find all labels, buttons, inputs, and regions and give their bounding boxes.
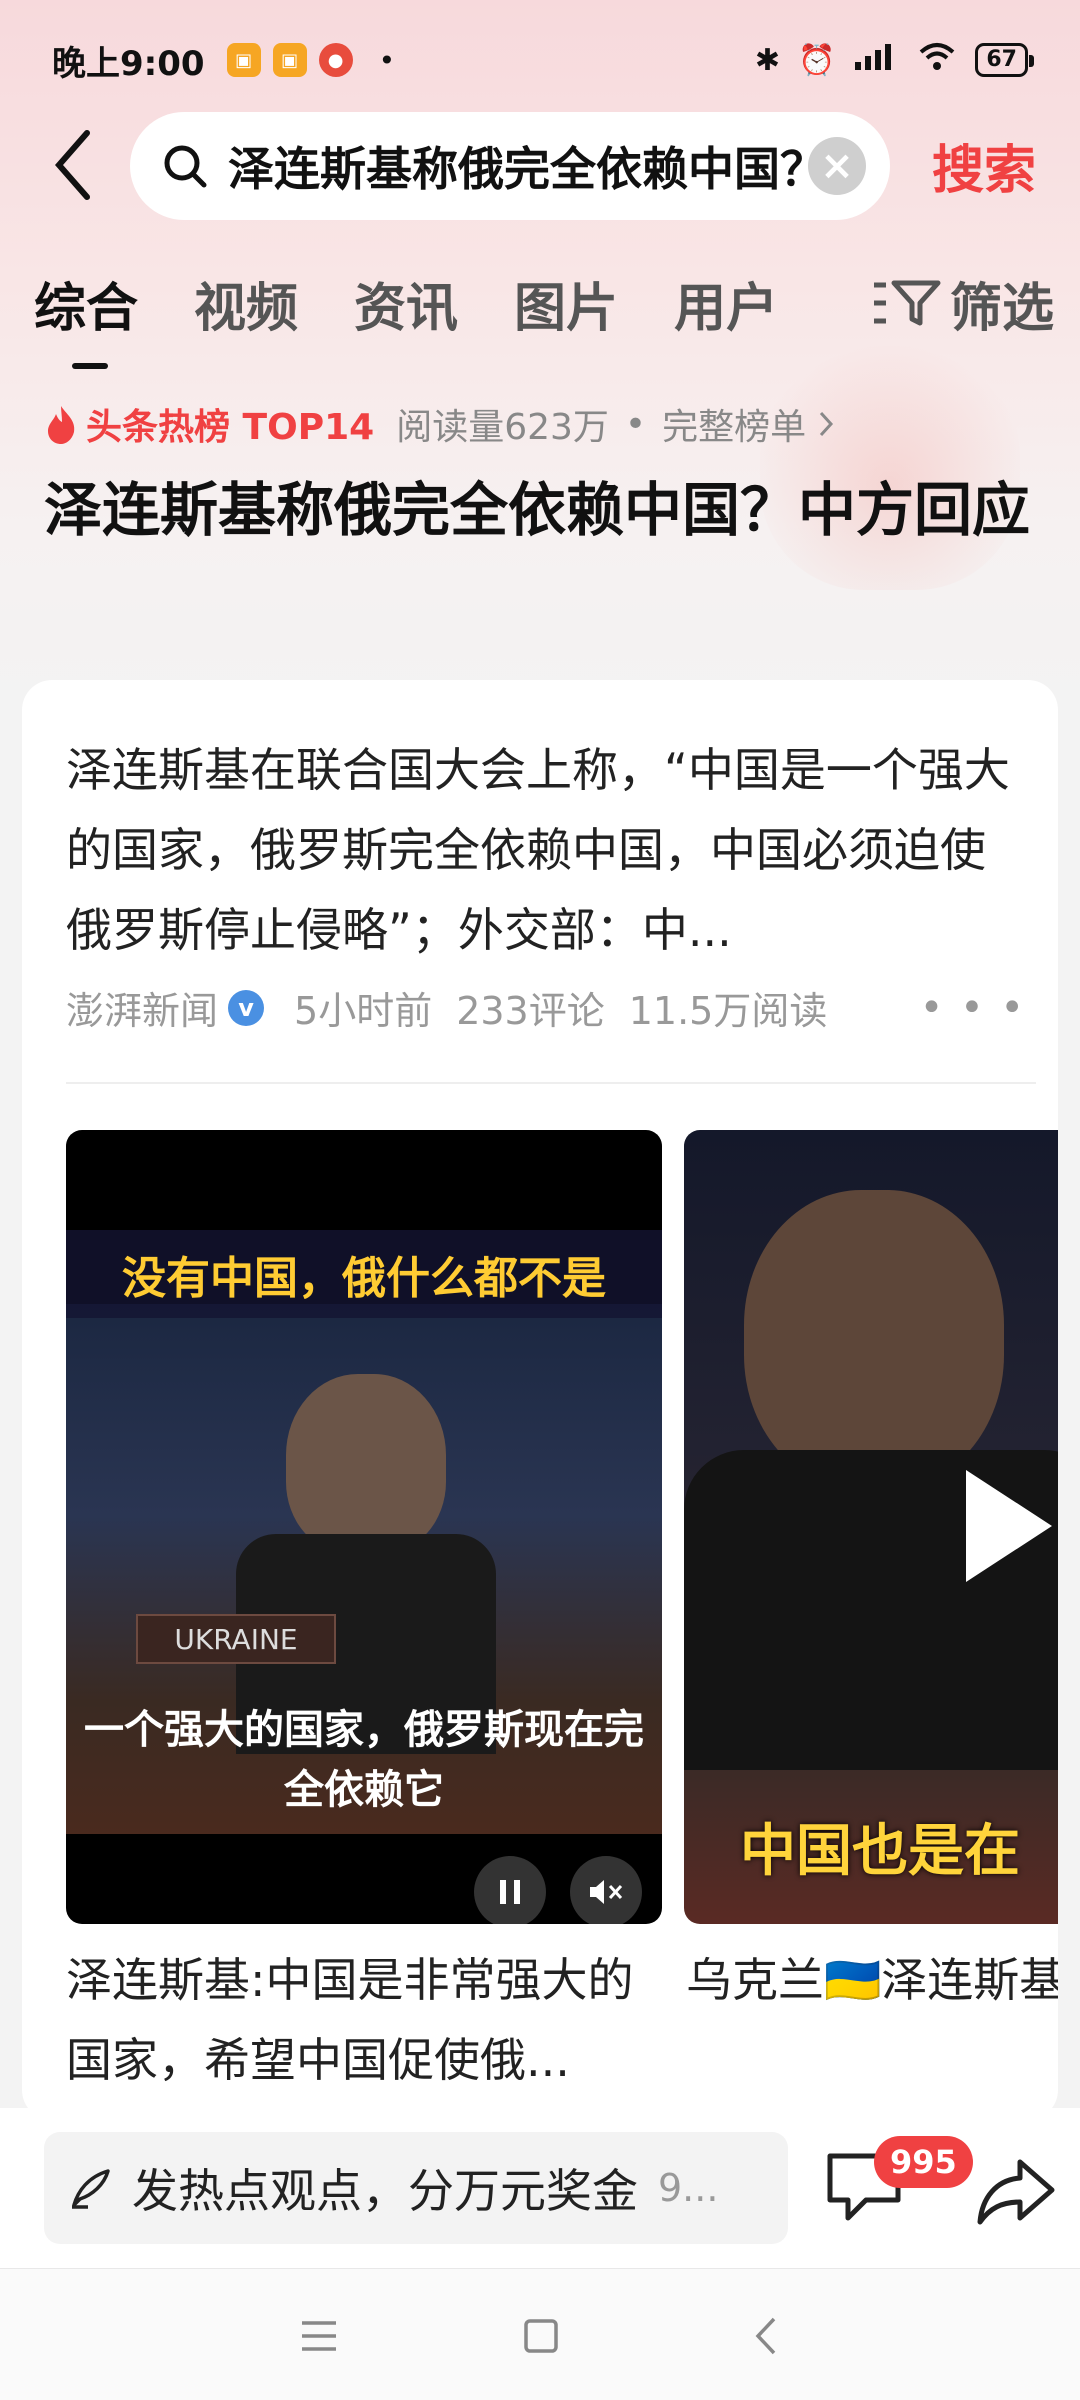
video-caption: 中国也是在: [740, 1819, 1020, 1884]
home-icon[interactable]: [518, 2313, 564, 2359]
pause-button[interactable]: [474, 1856, 546, 1924]
article-meta: 澎湃新闻 v 5小时前 233评论 11.5万阅读 • • •: [66, 980, 1026, 1035]
article-summary[interactable]: 泽连斯基在联合国大会上称，“中国是一个强大的国家，俄罗斯完全依赖中国，中国必须迫…: [66, 730, 1016, 970]
source-name[interactable]: 澎湃新闻: [66, 980, 218, 1035]
full-list-link[interactable]: 完整榜单: [662, 398, 806, 450]
wifi-icon: [917, 40, 957, 80]
chevron-left-icon: [55, 130, 90, 200]
battery-icon: 67: [975, 43, 1034, 77]
speaker-figure: [744, 1190, 1004, 1490]
notification-app-icon: ▣: [272, 43, 307, 77]
notification-app-icon: ●: [318, 43, 353, 77]
filter-button[interactable]: 筛选: [872, 266, 1054, 341]
alarm-icon: ⏰: [798, 42, 836, 78]
speaker-muted-icon: [590, 1880, 623, 1904]
page-title[interactable]: 泽连斯基称俄完全依赖中国？中方回应: [44, 466, 1034, 554]
comment-placeholder: 发热点观点，分万元奖金: [132, 2164, 638, 2218]
read-count: 11.5万阅读: [628, 989, 828, 1033]
tab-bar: 综合 视频 资讯 图片 用户 筛选: [34, 258, 1054, 369]
publish-time: 5小时前: [294, 989, 433, 1033]
pen-icon: [72, 2169, 110, 2209]
hot-rank-reads: 阅读量623万: [396, 407, 609, 448]
tab-video[interactable]: 视频: [194, 266, 298, 341]
search-button[interactable]: 搜索: [932, 128, 1036, 203]
separator-dot: •: [624, 403, 647, 445]
notification-app-icon: ▣: [226, 43, 261, 77]
speaker-figure: [286, 1374, 446, 1554]
comment-placeholder-suffix: 9...: [658, 2166, 719, 2210]
filter-label: 筛选: [949, 278, 1054, 339]
menu-icon[interactable]: [296, 2313, 342, 2359]
comment-count-badge: 995: [874, 2136, 973, 2188]
status-time: 晚上9:00: [52, 43, 205, 84]
video-thumbnail[interactable]: 中国也是在: [684, 1130, 1058, 1924]
share-button[interactable]: [976, 2156, 1056, 2226]
share-icon: [977, 2159, 1055, 2225]
bluetooth-icon: ✱: [754, 42, 781, 78]
result-card[interactable]: 泽连斯基在联合国大会上称，“中国是一个强大的国家，俄罗斯完全依赖中国，中国必须迫…: [22, 680, 1058, 2120]
chevron-right-icon: [820, 411, 834, 437]
status-indicators: ✱ ⏰ 67: [754, 40, 1034, 80]
video-title[interactable]: 泽连斯基:中国是非常强大的国家，希望中国促使俄...: [66, 1940, 666, 2100]
back-button[interactable]: [38, 120, 108, 210]
video-bottom-caption: 一个强大的国家，俄罗斯现在完全依赖它: [84, 1707, 644, 1813]
play-icon: [966, 1470, 1052, 1582]
video-thumbnail[interactable]: UKRAINE 没有中国，俄什么都不是 一个强大的国家，俄罗斯现在完全依赖它: [66, 1130, 662, 1924]
tab-users[interactable]: 用户: [674, 266, 778, 341]
back-nav-icon[interactable]: [744, 2313, 790, 2359]
video-title[interactable]: 乌克兰🇺🇦泽连斯基在联合国说：俄罗斯🇷🇺: [686, 1940, 1058, 2020]
search-query: 泽连斯基称俄完全依赖中国？中方回应: [228, 142, 808, 196]
mute-button[interactable]: [570, 1856, 642, 1924]
video-top-caption: 没有中国，俄什么都不是: [66, 1230, 662, 1318]
hot-rank-row[interactable]: 头条热榜 TOP14 阅读量623万 • 完整榜单: [44, 398, 836, 450]
verified-icon: v: [228, 989, 265, 1026]
system-nav-bar: [0, 2268, 1080, 2400]
search-icon: [164, 145, 207, 188]
signal-icon: [853, 40, 899, 80]
tab-comprehensive[interactable]: 综合: [34, 266, 138, 369]
search-input[interactable]: 泽连斯基称俄完全依赖中国？中方回应 ×: [130, 112, 890, 220]
status-bar: 晚上9:00 ▣ ▣ ● • ✱ ⏰ 67: [0, 0, 1080, 120]
tab-news[interactable]: 资讯: [354, 266, 458, 341]
divider: [66, 1082, 1036, 1084]
clear-icon[interactable]: ×: [808, 137, 866, 195]
bottom-action-bar: 发热点观点，分万元奖金 9... 995: [0, 2108, 1080, 2268]
status-dot: •: [378, 43, 396, 77]
nameplate: UKRAINE: [136, 1614, 336, 1664]
more-options-icon[interactable]: • • •: [920, 985, 1026, 1031]
pause-icon: [500, 1880, 520, 1904]
comment-count: 233评论: [456, 989, 605, 1033]
filter-icon: [873, 280, 941, 326]
tab-images[interactable]: 图片: [514, 266, 618, 341]
fire-icon: [48, 406, 75, 444]
comment-input[interactable]: 发热点观点，分万元奖金 9...: [44, 2132, 788, 2244]
hot-rank-label: 头条热榜 TOP14: [86, 407, 375, 448]
